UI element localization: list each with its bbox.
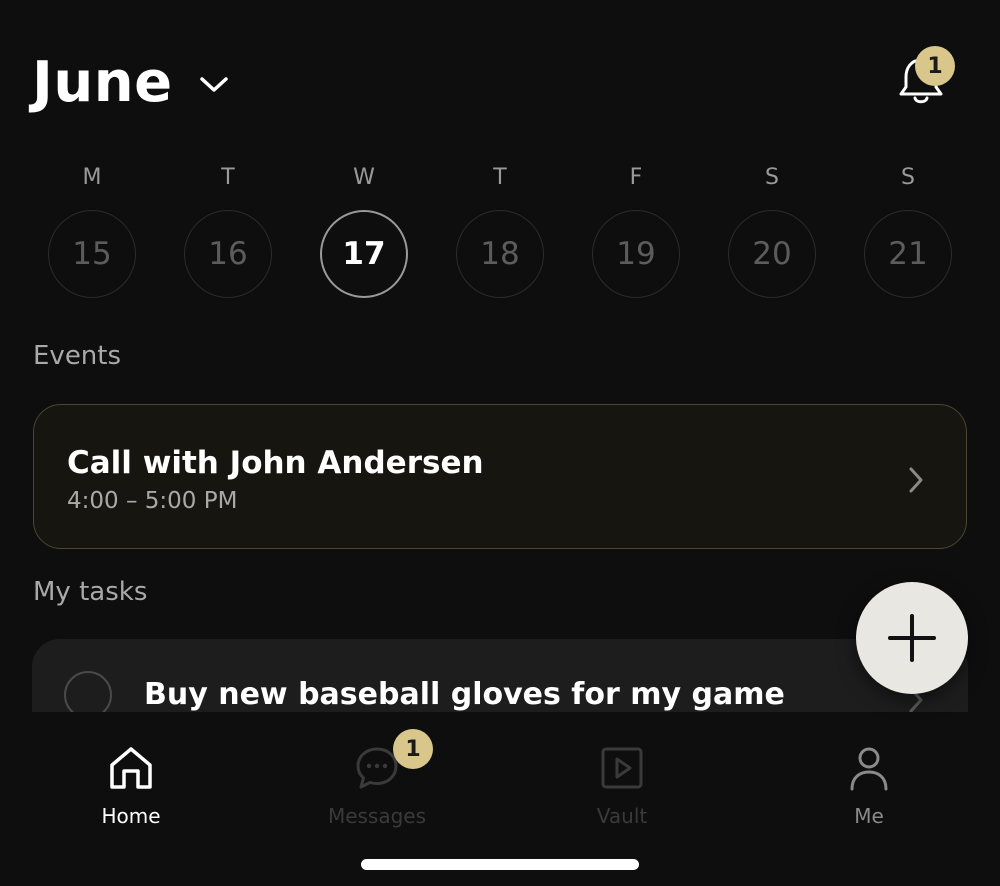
week-strip: M 15 T 16 W 17 T 18 F 19 S 20 S 21	[48, 163, 952, 299]
day-mon[interactable]: M 15	[48, 163, 136, 299]
task-card[interactable]: Buy new baseball gloves for my game	[32, 639, 968, 712]
day-letter: W	[353, 165, 375, 190]
event-time: 4:00 – 5:00 PM	[67, 488, 238, 514]
event-card[interactable]: Call with John Andersen 4:00 – 5:00 PM	[33, 404, 967, 549]
day-number: 17	[320, 210, 408, 298]
day-letter: S	[765, 165, 779, 190]
person-icon	[850, 747, 888, 791]
add-button[interactable]	[856, 582, 968, 694]
notification-badge: 1	[915, 46, 955, 86]
events-heading: Events	[33, 341, 122, 371]
day-letter: F	[629, 165, 643, 190]
home-indicator[interactable]	[361, 859, 639, 870]
nav-label: Home	[101, 804, 161, 828]
day-sun[interactable]: S 21	[864, 163, 952, 299]
day-letter: T	[493, 165, 507, 190]
day-tue[interactable]: T 16	[184, 163, 272, 299]
task-checkbox[interactable]	[64, 671, 112, 712]
nav-label: Messages	[327, 804, 427, 828]
day-thu[interactable]: T 18	[456, 163, 544, 299]
home-icon	[110, 747, 152, 789]
day-letter: S	[901, 165, 915, 190]
nav-me[interactable]: Me	[789, 744, 949, 836]
nav-label: Vault	[596, 804, 648, 828]
day-number: 19	[592, 210, 680, 298]
month-picker[interactable]: June	[32, 48, 229, 116]
month-title: June	[32, 49, 173, 115]
nav-messages[interactable]: Messages	[297, 744, 457, 836]
day-wed-selected[interactable]: W 17	[320, 163, 408, 299]
day-number: 21	[864, 210, 952, 298]
day-number: 16	[184, 210, 272, 298]
nav-vault[interactable]: Vault	[542, 744, 702, 836]
day-letter: M	[82, 165, 102, 190]
day-letter: T	[221, 165, 235, 190]
day-fri[interactable]: F 19	[592, 163, 680, 299]
day-number: 20	[728, 210, 816, 298]
task-title: Buy new baseball gloves for my game	[144, 677, 785, 712]
chevron-down-icon	[199, 77, 228, 92]
event-title: Call with John Andersen	[67, 445, 484, 481]
nav-label: Me	[854, 804, 884, 828]
messages-badge: 1	[393, 729, 433, 769]
day-number: 18	[456, 210, 544, 298]
home-screen: June 1 M 15 T 16 W 17 T 18 F 19 S 20 S 2…	[0, 0, 1000, 886]
nav-home[interactable]: Home	[51, 744, 211, 836]
tasks-heading: My tasks	[33, 577, 148, 607]
plus-icon	[888, 614, 936, 662]
day-number: 15	[48, 210, 136, 298]
play-square-icon	[601, 747, 643, 789]
day-sat[interactable]: S 20	[728, 163, 816, 299]
task-list: Buy new baseball gloves for my game	[32, 639, 968, 712]
chevron-right-icon	[909, 467, 923, 493]
